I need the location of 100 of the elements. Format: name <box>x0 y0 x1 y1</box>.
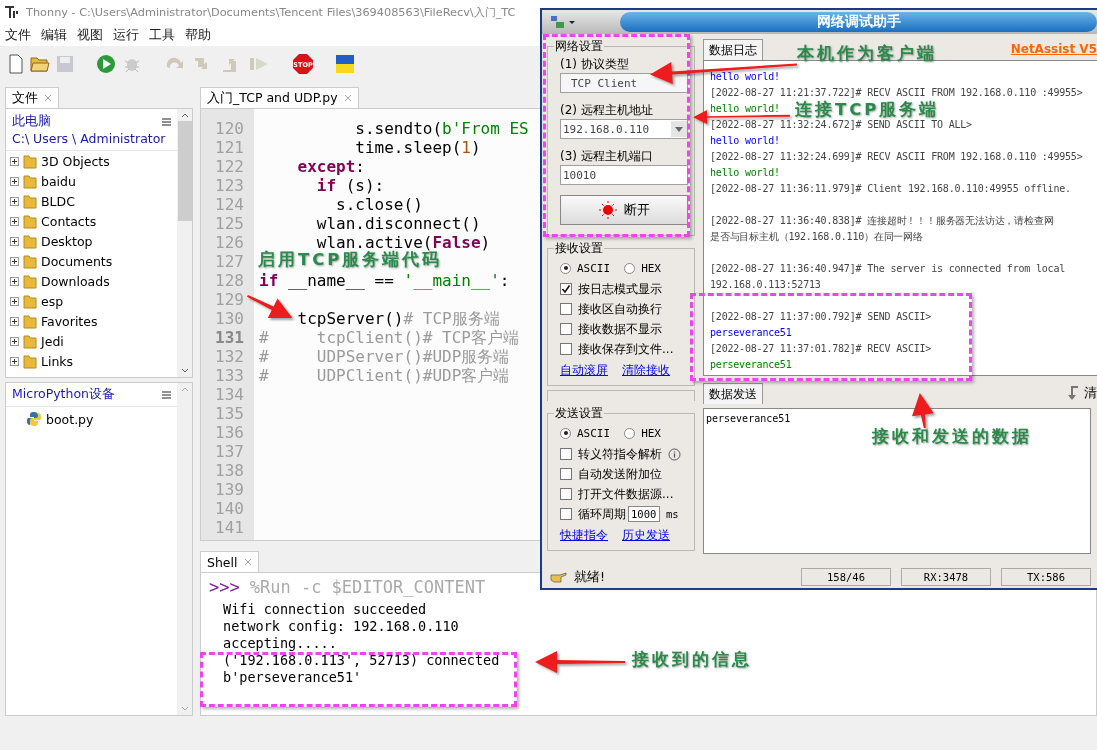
checkbox-label[interactable]: 接收区自动换行 <box>578 300 662 318</box>
expand-icon[interactable] <box>10 156 19 166</box>
expand-icon[interactable] <box>10 276 19 286</box>
disconnect-button[interactable]: 断开 <box>560 195 688 225</box>
status-counter: TX:586 <box>1001 568 1091 586</box>
shell-tab[interactable]: Shell <box>200 551 259 572</box>
flag-icon[interactable] <box>336 55 354 73</box>
protocol-dropdown[interactable]: TCP Client <box>560 73 688 93</box>
radio-label[interactable]: ASCII <box>577 261 611 275</box>
log-tab[interactable]: 数据日志 <box>703 39 763 60</box>
folder-name[interactable]: Documents <box>41 253 113 269</box>
menu-item[interactable]: 文件 <box>2 26 38 44</box>
checkbox[interactable] <box>560 508 572 520</box>
code-line: wlan.disconnect() <box>316 214 481 233</box>
expand-icon[interactable] <box>10 216 19 226</box>
menu-item[interactable]: 视图 <box>74 26 110 44</box>
folder-name[interactable]: Desktop <box>41 233 93 249</box>
radio-button[interactable] <box>624 427 636 439</box>
expand-icon[interactable] <box>10 296 19 306</box>
app-menu-icon[interactable] <box>550 14 576 30</box>
send-tab[interactable]: 数据发送 <box>703 383 763 404</box>
log-line: 是否与目标主机（192.168.0.110）在同一网络 <box>710 230 923 244</box>
expand-icon[interactable] <box>10 356 19 366</box>
radio-label[interactable]: HEX <box>641 426 661 440</box>
group-title: 发送设置 <box>554 405 604 422</box>
annotation: 本机作为客户端 <box>797 45 937 62</box>
line-number: 133 <box>214 366 245 385</box>
editor-tab[interactable]: 入门_TCP and UDP.py <box>200 87 359 108</box>
close-icon[interactable] <box>343 94 352 102</box>
menu-item[interactable]: 帮助 <box>182 26 218 44</box>
folder-name[interactable]: Links <box>41 353 74 369</box>
info-icon[interactable] <box>668 447 681 461</box>
checkbox-label[interactable]: 按日志模式显示 <box>578 280 662 298</box>
menu-item[interactable]: 工具 <box>146 26 182 44</box>
link[interactable]: 自动滚屏 <box>560 361 608 379</box>
expand-icon[interactable] <box>10 316 19 326</box>
host-dropdown[interactable]: 192.168.0.110 <box>560 119 688 139</box>
menu-icon[interactable] <box>162 390 171 399</box>
folder-name[interactable]: Jedi <box>41 333 64 349</box>
folder-name[interactable]: Downloads <box>41 273 110 289</box>
checkbox-label[interactable]: 循环周期 <box>578 505 626 523</box>
folder-name[interactable]: esp <box>41 293 64 309</box>
expand-icon[interactable] <box>10 176 19 186</box>
log-line: [2022-08-27 11:37:01.782]# RECV ASCII> <box>710 342 932 356</box>
checkbox[interactable] <box>560 468 572 480</box>
line-number: 130 <box>214 309 245 328</box>
radio-label[interactable]: HEX <box>641 261 661 275</box>
new-file-icon[interactable] <box>8 54 24 74</box>
log-line: [2022-08-27 11:21:37.722]# RECV ASCII FROM 192.168.0.110 :49955> <box>710 86 1083 100</box>
folder-name[interactable]: Contacts <box>41 213 97 229</box>
port-field[interactable]: 10010 <box>560 165 688 185</box>
status-counter: RX:3478 <box>901 568 991 586</box>
code-line: if __name__ == '__main__': <box>259 271 510 290</box>
checkbox[interactable] <box>560 303 572 315</box>
caret-icon[interactable] <box>675 126 683 132</box>
run-icon[interactable] <box>96 54 116 74</box>
files-tab[interactable]: 文件 <box>5 87 59 108</box>
checkbox-label[interactable]: 自动发送附加位 <box>578 465 662 483</box>
checkbox[interactable] <box>560 283 572 295</box>
checkbox-label[interactable]: 接收数据不显示 <box>578 320 662 338</box>
line-number: 136 <box>214 423 245 442</box>
field-label: (3) 远程主机端口 <box>560 147 654 165</box>
folder-name[interactable]: baidu <box>41 173 76 189</box>
folder-name[interactable]: BLDC <box>41 193 75 209</box>
folder-icon <box>23 173 37 189</box>
radio-label[interactable]: ASCII <box>577 426 611 440</box>
link[interactable]: 清除接收 <box>622 361 670 379</box>
folder-name[interactable]: 3D Objects <box>41 153 110 169</box>
checkbox[interactable] <box>560 323 572 335</box>
close-icon[interactable] <box>243 558 252 566</box>
checkbox-label[interactable]: 接收保存到文件... <box>578 340 674 358</box>
checkbox[interactable] <box>560 488 572 500</box>
expand-icon[interactable] <box>10 236 19 246</box>
checkbox[interactable] <box>560 343 572 355</box>
scrollbar[interactable] <box>177 109 192 377</box>
close-icon[interactable] <box>44 94 52 102</box>
file-name[interactable]: boot.py <box>46 411 94 427</box>
link[interactable]: 快捷指令 <box>560 526 608 544</box>
radio-button[interactable] <box>560 262 571 274</box>
folder-icon <box>23 313 37 329</box>
link[interactable]: 历史发送 <box>622 526 670 544</box>
menu-item[interactable]: 运行 <box>110 26 146 44</box>
status-counter: 158/46 <box>801 568 891 586</box>
menu-item[interactable]: 编辑 <box>38 26 74 44</box>
menu-icon[interactable] <box>162 117 171 126</box>
checkbox-label[interactable]: 转义符指令解析 <box>578 445 662 463</box>
line-number: 125 <box>214 214 245 233</box>
clear-button[interactable]: 清 <box>1066 384 1097 402</box>
path-breadcrumb[interactable]: C:\ Users \ Administrator <box>12 131 171 146</box>
computer-link[interactable]: 此电脑 <box>12 113 51 130</box>
expand-icon[interactable] <box>10 196 19 206</box>
folder-name[interactable]: Favorites <box>41 313 98 329</box>
period-field[interactable]: 1000 <box>628 506 660 522</box>
checkbox-label[interactable]: 打开文件数据源... <box>578 485 674 503</box>
radio-button[interactable] <box>624 262 636 274</box>
open-folder-icon[interactable] <box>30 55 50 73</box>
checkbox[interactable] <box>560 448 572 460</box>
expand-icon[interactable] <box>10 336 19 346</box>
expand-icon[interactable] <box>10 256 19 266</box>
radio-button[interactable] <box>560 427 571 439</box>
